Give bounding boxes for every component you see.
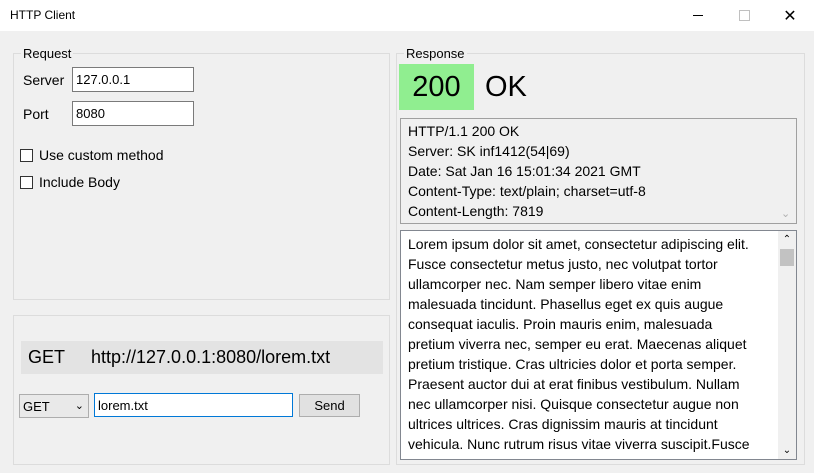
close-button[interactable]: ✕ (767, 0, 813, 31)
body-line: Fusce consectetur metus justo, nec volut… (408, 256, 718, 272)
path-value: lorem.txt (98, 397, 148, 413)
status-code-badge: 200 (399, 64, 474, 110)
scroll-thumb[interactable] (780, 249, 794, 266)
path-input[interactable]: lorem.txt (94, 393, 293, 417)
custom-method-checkbox[interactable]: Use custom method (20, 147, 164, 163)
header-line: Content-Length: 7819 (408, 203, 544, 219)
include-body-label: Include Body (39, 174, 120, 190)
request-line-group (13, 315, 390, 465)
port-label: Port (23, 106, 49, 122)
server-input[interactable]: 127.0.0.1 (72, 67, 194, 92)
header-line: Server: SK inf1412(54|69) (408, 143, 570, 159)
server-value: 127.0.0.1 (76, 72, 131, 87)
body-line: ultrices ultrices. Cras dignissim mauris… (408, 416, 718, 432)
minimize-button[interactable] (675, 0, 721, 31)
custom-method-checkbox-box[interactable] (20, 148, 33, 162)
body-line: pretium tristique. Cras ultricies dolor … (408, 356, 737, 372)
body-scrollbar[interactable]: ⌃ ⌄ (778, 231, 796, 459)
method-select[interactable]: GET ⌄ (19, 394, 89, 418)
response-legend: Response (404, 46, 467, 61)
maximize-icon (738, 10, 750, 21)
scroll-up-icon[interactable]: ⌃ (778, 232, 796, 246)
header-line: Date: Sat Jan 16 15:01:34 2021 GMT (408, 163, 641, 179)
method-select-value: GET (23, 398, 50, 414)
status-text: OK (485, 71, 527, 103)
request-line-display: GET http://127.0.0.1:8080/lorem.txt (21, 341, 383, 374)
custom-method-label: Use custom method (39, 147, 164, 163)
body-line: consequat iaculis. Proin mauris enim, ma… (408, 316, 713, 332)
window-title: HTTP Client (10, 8, 76, 22)
send-button[interactable]: Send (299, 394, 360, 417)
close-icon: ✕ (783, 7, 797, 25)
request-line-url: http://127.0.0.1:8080/lorem.txt (91, 347, 331, 367)
header-line: Content-Type: text/plain; charset=utf-8 (408, 183, 646, 199)
response-headers: HTTP/1.1 200 OK Server: SK inf1412(54|69… (408, 121, 646, 221)
include-body-checkbox-box[interactable] (20, 175, 33, 189)
request-line-method: GET (28, 347, 66, 367)
body-line: Lorem ipsum dolor sit amet, consectetur … (408, 236, 749, 252)
body-line: Praesent auctor dui at erat finibus vest… (408, 376, 740, 392)
port-value: 8080 (76, 106, 105, 121)
body-line: pretium viverra nec, semper eu erat. Mae… (408, 336, 747, 352)
body-line: nec ullamcorper nisi. Quisque consectetu… (408, 396, 739, 412)
server-label: Server (23, 72, 65, 88)
body-line: ullamcorper nec. Nam semper libero vitae… (408, 276, 702, 292)
header-line: HTTP/1.1 200 OK (408, 123, 520, 139)
maximize-button[interactable] (721, 0, 767, 31)
response-body: Lorem ipsum dolor sit amet, consectetur … (408, 234, 750, 454)
response-body-box[interactable]: Lorem ipsum dolor sit amet, consectetur … (400, 230, 797, 460)
chevron-down-icon: ⌄ (74, 400, 84, 412)
body-line: malesuada tincidunt. Phasellus eget ex q… (408, 296, 724, 312)
headers-scroll-down-icon[interactable]: ⌄ (781, 207, 790, 220)
include-body-checkbox[interactable]: Include Body (20, 174, 120, 190)
port-input[interactable]: 8080 (72, 101, 194, 126)
body-line: vehicula. Nunc rutrum risus vitae viverr… (408, 436, 750, 452)
title-bar: HTTP Client ✕ (0, 0, 814, 31)
minimize-icon (693, 15, 703, 16)
response-headers-box[interactable]: HTTP/1.1 200 OK Server: SK inf1412(54|69… (400, 118, 797, 224)
request-legend: Request (21, 46, 74, 61)
scroll-down-icon[interactable]: ⌄ (778, 443, 796, 457)
